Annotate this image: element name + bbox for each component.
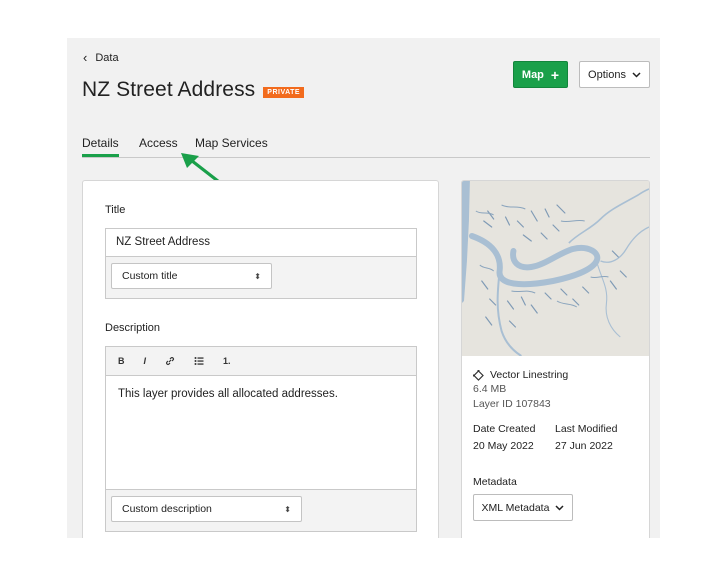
private-badge: PRIVATE: [263, 86, 305, 98]
map-preview[interactable]: [462, 181, 649, 356]
description-editor[interactable]: This layer provides all allocated addres…: [106, 376, 416, 490]
geometry-type-label: Vector Linestring: [490, 369, 569, 381]
options-button-label: Options: [588, 68, 626, 81]
ordered-list-button[interactable]: 1.: [223, 356, 231, 366]
vector-linestring-icon: [473, 369, 484, 381]
title-label: Title: [105, 204, 126, 216]
chevron-left-icon: ‹: [83, 50, 88, 65]
select-caret-icon: ⬍: [284, 504, 291, 514]
options-button[interactable]: Options: [579, 61, 650, 88]
description-field-group: B I 1. This layer provides all allocated…: [105, 346, 417, 532]
bullet-list-icon[interactable]: [194, 356, 204, 366]
metadata-label: Metadata: [473, 476, 517, 488]
title-row: NZ Street Address PRIVATE: [82, 78, 305, 102]
layer-info-card: Vector Linestring 6.4 MB Layer ID 107843…: [461, 180, 650, 538]
date-created-value: 20 May 2022: [473, 440, 534, 452]
plus-icon: +: [550, 66, 560, 83]
geometry-type: Vector Linestring: [473, 369, 568, 381]
last-modified-value: 27 Jun 2022: [555, 440, 613, 452]
italic-button[interactable]: I: [144, 356, 147, 366]
page-title: NZ Street Address: [82, 78, 256, 101]
title-input[interactable]: NZ Street Address: [106, 229, 416, 257]
tab-access[interactable]: Access: [139, 135, 178, 155]
details-form-card: Title NZ Street Address Custom title ⬍ D…: [82, 180, 439, 538]
breadcrumb[interactable]: ‹ Data: [83, 51, 119, 64]
xml-metadata-button[interactable]: XML Metadata: [473, 494, 573, 521]
title-select-value: Custom title: [122, 270, 178, 282]
xml-metadata-label: XML Metadata: [481, 501, 550, 514]
editor-toolbar: B I 1.: [106, 347, 416, 376]
date-created-label: Date Created: [473, 423, 536, 435]
chevron-down-icon: [555, 504, 564, 511]
file-size: 6.4 MB: [473, 383, 507, 395]
title-field-group: NZ Street Address Custom title ⬍: [105, 228, 417, 299]
description-source-select[interactable]: Custom description ⬍: [111, 496, 302, 522]
link-icon[interactable]: [165, 356, 175, 366]
last-modified-label: Last Modified: [555, 423, 618, 435]
main-panel: ‹ Data NZ Street Address PRIVATE Map + O…: [67, 38, 660, 538]
layer-id: Layer ID 107843: [473, 398, 551, 410]
chevron-down-icon: [632, 71, 641, 78]
description-select-value: Custom description: [122, 503, 212, 515]
bold-button[interactable]: B: [118, 356, 125, 366]
select-caret-icon: ⬍: [254, 271, 261, 281]
tab-bar: Details Access Map Services: [82, 135, 650, 158]
map-button-label: Map: [521, 68, 544, 81]
tab-details[interactable]: Details: [82, 135, 119, 157]
description-label: Description: [105, 322, 161, 334]
map-button[interactable]: Map +: [513, 61, 568, 88]
title-source-select[interactable]: Custom title ⬍: [111, 263, 272, 289]
breadcrumb-label: Data: [95, 51, 119, 64]
